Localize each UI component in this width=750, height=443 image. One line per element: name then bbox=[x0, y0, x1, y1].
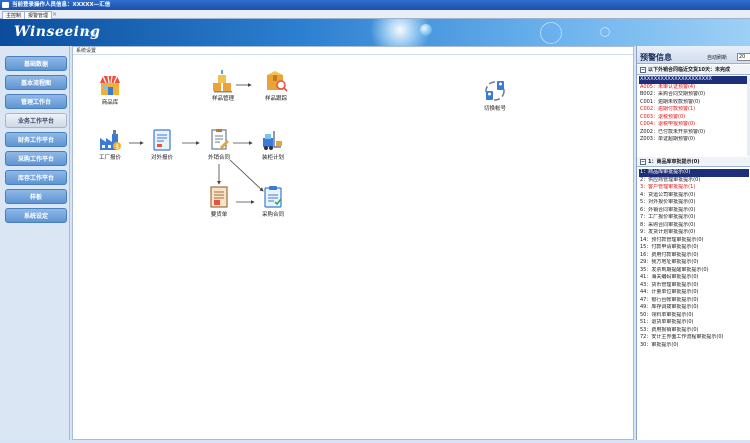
alert-list-item[interactable]: 6：外销合同审批提示(0) bbox=[639, 207, 749, 215]
alert-list-item[interactable]: Z002：已付款未开票预警(0) bbox=[639, 129, 749, 137]
tab-main-control[interactable]: 主控制 bbox=[2, 11, 26, 19]
refresh-interval-select[interactable]: 20 bbox=[737, 53, 750, 61]
alert-section-header[interactable]: − 以下外销合同临近交货10天：未完成 bbox=[637, 65, 750, 75]
alert-list-item[interactable]: A005：未审认证预警(4) bbox=[639, 84, 749, 92]
alert-list-item[interactable]: 16：费用付款审批提示(0) bbox=[639, 252, 749, 260]
window-title-bar: 当前登录操作人员信息：XXXXX—汇信 bbox=[0, 0, 750, 10]
flow-arrows bbox=[129, 83, 264, 204]
banner-ring-decoration bbox=[540, 22, 562, 44]
sidebar-item-inventory[interactable]: 库存工作平台 bbox=[5, 170, 67, 185]
alert-list-item[interactable]: 15：付款申请审批提示(0) bbox=[639, 244, 749, 252]
collapse-toggle-icon[interactable]: − bbox=[640, 67, 646, 73]
alert-list-item[interactable]: 47：银行台帐审批提示(0) bbox=[639, 297, 749, 305]
sidebar-item-template[interactable]: 样板 bbox=[5, 189, 67, 204]
header-banner: Winseeing 汇信 bbox=[0, 19, 750, 46]
alert-list-item[interactable]: 50：领料单审批提示(0) bbox=[639, 312, 749, 320]
alert-list-item[interactable]: C001：逾期未收款预警(0) bbox=[639, 99, 749, 107]
collapse-toggle-icon[interactable]: − bbox=[640, 159, 646, 165]
alert-list-item[interactable]: 51：退货单审批提示(0) bbox=[639, 319, 749, 327]
banner-ring-decoration bbox=[600, 27, 610, 37]
auto-refresh-label: 自动刷新 bbox=[707, 55, 728, 61]
banner-orb-decoration bbox=[420, 24, 432, 36]
alert-panel-header: 预警信息 自动刷新 20 bbox=[637, 46, 750, 64]
section-label: 1：商品库审批提示(0) bbox=[648, 159, 700, 165]
section-label: 以下外销合同临近交货10天：未完成 bbox=[648, 67, 730, 73]
alert-list-item[interactable]: 30：审批提示(0) bbox=[639, 342, 749, 350]
approval-section-header[interactable]: − 1：商品库审批提示(0) bbox=[637, 157, 750, 167]
sidebar-item-business[interactable]: 业务工作平台 bbox=[5, 113, 67, 128]
alert-list-item[interactable]: 9：发货计划审批提示(0) bbox=[639, 229, 749, 237]
alert-list-item[interactable]: 49：库存调拨审批提示(0) bbox=[639, 304, 749, 312]
alert-list-item[interactable]: C002：逾期付款预警(1) bbox=[639, 106, 749, 114]
alert-list-item[interactable]: C003：退税预警(0) bbox=[639, 114, 749, 122]
alert-list-item[interactable]: 72：安计主界面工作流程审批提示(0) bbox=[639, 334, 749, 342]
tab-alert-management[interactable]: 报警管理 bbox=[24, 11, 53, 19]
alert-list-item[interactable]: 35：发票到期提醒审批提示(0) bbox=[639, 267, 749, 275]
arrow-contract-to-purchase bbox=[229, 159, 264, 192]
approval-list: 1：商品库审批提示(0) 2：供应商管理审批提示(0) 3：客户管理审批提示(1) 4… bbox=[639, 169, 749, 349]
alert-list-item[interactable]: 2：供应商管理审批提示(0) bbox=[639, 177, 749, 185]
alert-list: XXXXXXXXXXXXXXXXXXXXX A005：未审认证预警(4) B002：… bbox=[639, 76, 749, 144]
alert-panel-title: 预警信息 bbox=[640, 53, 672, 62]
sidebar-item-system-settings[interactable]: 系统设定 bbox=[5, 208, 67, 223]
tab-strip: 主控制 报警管理 × bbox=[0, 10, 750, 19]
sidebar-item-purchase[interactable]: 采购工作平台 bbox=[5, 151, 67, 166]
alert-list-item[interactable]: 7：工厂报价审批提示(0) bbox=[639, 214, 749, 222]
sidebar-nav: 基础数据 基本流程图 管理工作台 业务工作平台 财务工作平台 采购工作平台 库存… bbox=[0, 46, 70, 440]
close-tab-icon[interactable]: × bbox=[51, 11, 58, 18]
sidebar-item-basic-data[interactable]: 基础数据 bbox=[5, 56, 67, 71]
sidebar-item-management[interactable]: 管理工作台 bbox=[5, 94, 67, 109]
alert-list-item[interactable]: 5：对外报价审批提示(0) bbox=[639, 199, 749, 207]
alert-list-item[interactable]: C004：退税申报预警(0) bbox=[639, 121, 749, 129]
alert-panel: 预警信息 自动刷新 20 − 以下外销合同临近交货10天：未完成 XXXXXXX… bbox=[636, 46, 750, 440]
alert-list-item[interactable]: 4：货运公司审批提示(0) bbox=[639, 192, 749, 200]
alert-list-item[interactable]: 29：我方地址审批提示(0) bbox=[639, 259, 749, 267]
alert-list-item[interactable]: 8：采购合同审批提示(0) bbox=[639, 222, 749, 230]
workflow-panel: 系统设置 商品库 样品管理 样品跟踪 切换帐号 $ 工厂报价 对外报价 外销合同… bbox=[72, 46, 634, 440]
window-title: 当前登录操作人员信息：XXXXX—汇信 bbox=[12, 2, 111, 8]
alert-list-item[interactable]: B002：采购合同交期预警(0) bbox=[639, 91, 749, 99]
sidebar-item-finance[interactable]: 财务工作平台 bbox=[5, 132, 67, 147]
alert-list-item[interactable]: 53：费用报销审批提示(0) bbox=[639, 327, 749, 335]
app-icon bbox=[2, 2, 9, 8]
alert-list-item[interactable]: 43：货币管理审批提示(0) bbox=[639, 282, 749, 290]
sidebar-item-flowchart[interactable]: 基本流程图 bbox=[5, 75, 67, 90]
alert-list-item[interactable]: 3：客户管理审批提示(1) bbox=[639, 184, 749, 192]
alert-list-item[interactable]: 41：海关编码审批提示(0) bbox=[639, 274, 749, 282]
alert-list-item[interactable]: 44：计量单位审批提示(0) bbox=[639, 289, 749, 297]
alert-list-item[interactable]: Z003：单证超期预警(0) bbox=[639, 136, 749, 144]
alert-list-item[interactable]: 14：预付款管理审批提示(0) bbox=[639, 237, 749, 245]
alert-list-item[interactable]: 1：商品库审批提示(0) bbox=[639, 169, 749, 177]
alert-list-item[interactable]: XXXXXXXXXXXXXXXXXXXXX bbox=[639, 76, 749, 84]
brand-logo-cn: 汇信 bbox=[84, 31, 97, 38]
